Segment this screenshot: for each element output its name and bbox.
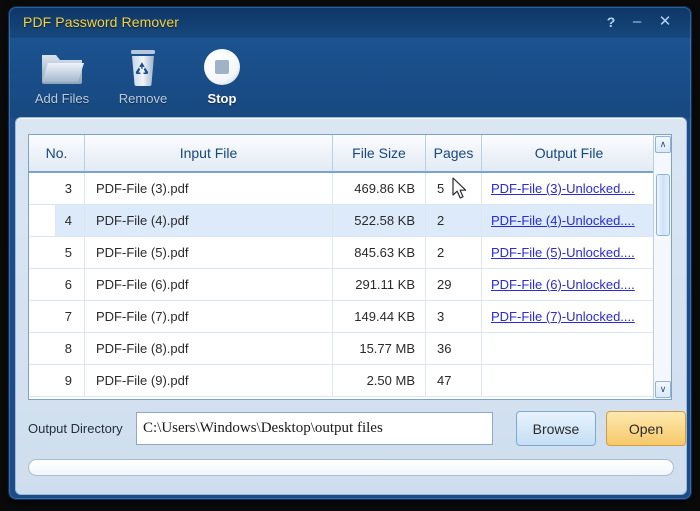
add-files-label: Add Files [34, 91, 90, 106]
scrollbar-thumb[interactable] [656, 174, 670, 236]
cell-pages: 36 [426, 333, 482, 364]
cell-output-file [482, 333, 656, 364]
column-header-file-size[interactable]: File Size [333, 135, 426, 171]
column-header-output-file[interactable]: Output File [482, 135, 656, 171]
table-row[interactable]: 6 PDF-File (6).pdf 291.11 KB 29 PDF-File (6)… [29, 269, 671, 301]
open-button[interactable]: Open [606, 411, 686, 446]
cell-input-file: PDF-File (9).pdf [85, 365, 333, 396]
cell-pages: 29 [426, 269, 482, 300]
row-number: 3 [64, 181, 72, 196]
cell-input-file: PDF-File (4).pdf [85, 205, 333, 236]
cell-output-file: PDF-File (4)-Unlocked.... [482, 205, 656, 236]
cell-input-file: PDF-File (6).pdf [85, 269, 333, 300]
cell-file-size: 2.50 MB [333, 365, 426, 396]
cell-no: 9 [29, 365, 85, 396]
row-number: 7 [64, 309, 72, 324]
cell-pages: 5 [426, 173, 482, 204]
row-number: 5 [64, 245, 72, 260]
row-number: 9 [64, 373, 72, 388]
title-bar: PDF Password Remover ? – ✕ [9, 7, 691, 38]
output-directory-row: Output Directory C:\Users\Windows\Deskto… [28, 410, 686, 448]
column-header-input-file[interactable]: Input File [85, 135, 333, 171]
stop-label: Stop [207, 91, 237, 106]
window-title: PDF Password Remover [23, 14, 180, 30]
toolbar: Add Files Remove Stop [9, 38, 691, 118]
output-file-link[interactable]: PDF-File (5)-Unlocked.... [491, 245, 635, 260]
stop-button[interactable]: Stop [185, 44, 259, 114]
cell-input-file: PDF-File (7).pdf [85, 301, 333, 332]
output-file-link[interactable]: PDF-File (7)-Unlocked.... [491, 309, 635, 324]
cell-no: 7 [29, 301, 85, 332]
cell-output-file: PDF-File (6)-Unlocked.... [482, 269, 656, 300]
cell-pages: 2 [426, 237, 482, 268]
cell-file-size: 291.11 KB [333, 269, 426, 300]
table-row[interactable]: 5 PDF-File (5).pdf 845.63 KB 2 PDF-File (5)-… [29, 237, 671, 269]
cell-file-size: 15.77 MB [333, 333, 426, 364]
row-number: 4 [64, 213, 72, 228]
cell-pages: 2 [426, 205, 482, 236]
help-icon[interactable]: ? [601, 12, 621, 32]
table-body: 3 PDF-File (3).pdf 469.86 KB 5 PDF-File (3)-… [29, 173, 671, 399]
cell-file-size: 469.86 KB [333, 173, 426, 204]
table-row[interactable]: 3 PDF-File (3).pdf 469.86 KB 5 PDF-File (3)-… [29, 173, 671, 205]
scroll-up-icon[interactable]: ∧ [655, 136, 671, 153]
cell-no: 5 [29, 237, 85, 268]
cell-output-file [482, 365, 656, 396]
row-focus-box [29, 205, 56, 236]
column-header-no[interactable]: No. [29, 135, 85, 171]
output-directory-input[interactable]: C:\Users\Windows\Desktop\output files [136, 412, 493, 445]
output-file-link[interactable]: PDF-File (6)-Unlocked.... [491, 277, 635, 292]
output-file-link[interactable]: PDF-File (3)-Unlocked.... [491, 181, 635, 196]
table-header-row: No. Input File File Size Pages Output Fi… [29, 135, 671, 173]
output-file-link[interactable]: PDF-File (4)-Unlocked.... [491, 213, 635, 228]
remove-button[interactable]: Remove [106, 44, 180, 114]
file-table: No. Input File File Size Pages Output Fi… [28, 134, 672, 400]
cell-output-file: PDF-File (5)-Unlocked.... [482, 237, 656, 268]
cell-file-size: 522.58 KB [333, 205, 426, 236]
application-window: PDF Password Remover ? – ✕ Add Files Rem… [9, 7, 691, 499]
row-number: 6 [64, 277, 72, 292]
cell-input-file: PDF-File (5).pdf [85, 237, 333, 268]
table-row[interactable]: 4 PDF-File (4).pdf 522.58 KB 2 PDF-File (4)-… [29, 205, 671, 237]
cell-no: 6 [29, 269, 85, 300]
cell-input-file: PDF-File (8).pdf [85, 333, 333, 364]
add-files-button[interactable]: Add Files [25, 44, 99, 114]
stop-circle-icon [185, 44, 259, 90]
cell-no: 3 [29, 173, 85, 204]
close-icon[interactable]: ✕ [655, 12, 675, 32]
vertical-scrollbar[interactable]: ∧ ∨ [653, 135, 671, 399]
row-number: 8 [64, 341, 72, 356]
folder-icon [25, 44, 99, 90]
output-directory-label: Output Directory [28, 421, 123, 436]
cell-output-file: PDF-File (7)-Unlocked.... [482, 301, 656, 332]
progress-bar [28, 459, 674, 476]
cell-file-size: 149.44 KB [333, 301, 426, 332]
table-row[interactable]: 7 PDF-File (7).pdf 149.44 KB 3 PDF-File (7)-… [29, 301, 671, 333]
remove-label: Remove [118, 91, 168, 106]
recycle-bin-icon [106, 44, 180, 90]
cell-pages: 47 [426, 365, 482, 396]
scroll-down-icon[interactable]: ∨ [655, 381, 671, 398]
cell-no: 8 [29, 333, 85, 364]
cell-output-file: PDF-File (3)-Unlocked.... [482, 173, 656, 204]
table-row[interactable]: 8 PDF-File (8).pdf 15.77 MB 36 [29, 333, 671, 365]
cell-file-size: 845.63 KB [333, 237, 426, 268]
cell-pages: 3 [426, 301, 482, 332]
column-header-pages[interactable]: Pages [426, 135, 482, 171]
cell-input-file: PDF-File (3).pdf [85, 173, 333, 204]
minimize-icon[interactable]: – [627, 12, 647, 32]
cell-no: 4 [29, 205, 85, 236]
table-row[interactable]: 9 PDF-File (9).pdf 2.50 MB 47 [29, 365, 671, 397]
content-panel: No. Input File File Size Pages Output Fi… [15, 117, 687, 495]
browse-button[interactable]: Browse [516, 411, 596, 446]
